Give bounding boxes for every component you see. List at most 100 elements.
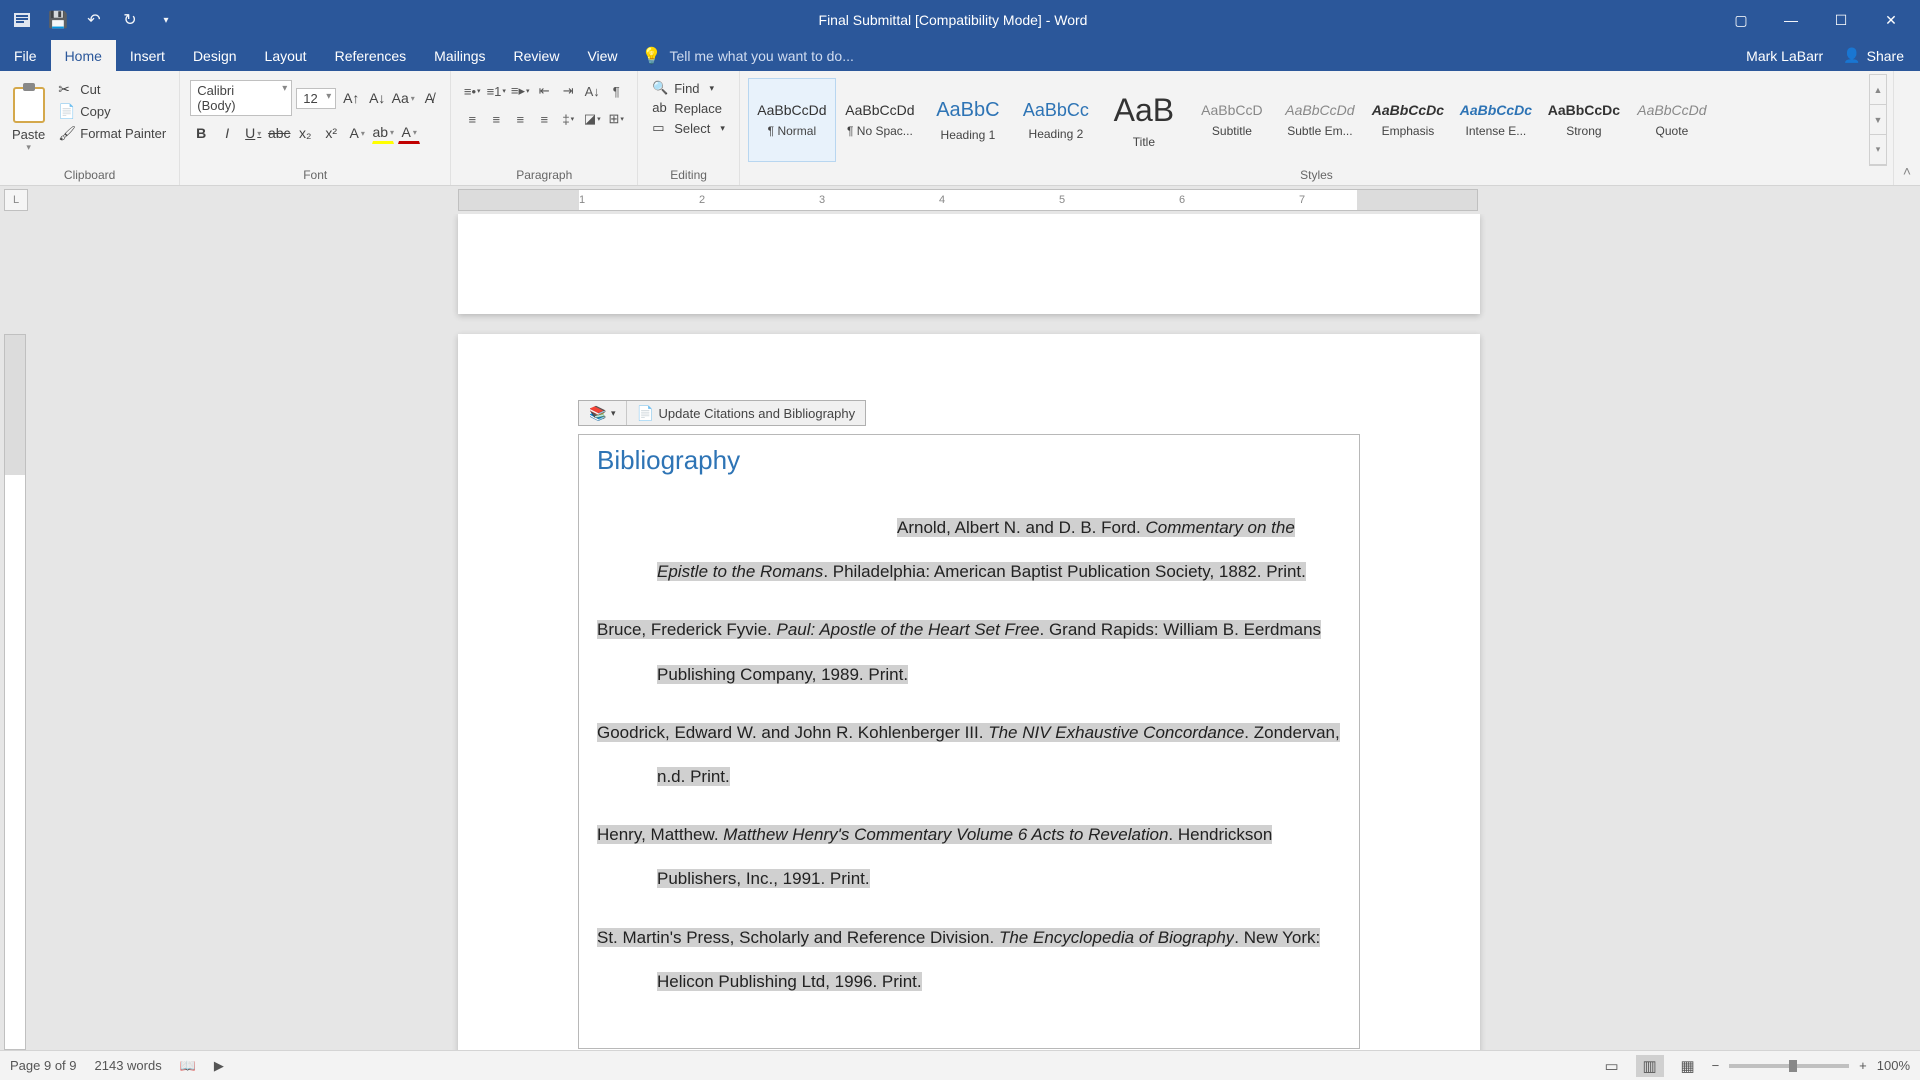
select-button[interactable]: ▭Select▾ [652, 120, 725, 136]
align-left-button[interactable]: ≡ [461, 108, 483, 130]
tab-selector[interactable]: L [4, 189, 28, 211]
font-size-combo[interactable]: 12 [296, 88, 336, 109]
format-painter-button[interactable]: 🖌Format Painter [55, 124, 169, 142]
page-indicator[interactable]: Page 9 of 9 [10, 1058, 77, 1073]
update-icon: 📄 [637, 405, 653, 421]
ribbon-display-icon[interactable]: ▢ [1718, 5, 1764, 35]
replace-button[interactable]: abReplace [652, 100, 725, 116]
word-count[interactable]: 2143 words [95, 1058, 162, 1073]
zoom-out-icon[interactable]: − [1712, 1058, 1720, 1073]
format-painter-icon: 🖌 [58, 125, 74, 141]
collapse-ribbon-icon[interactable]: ˄ [1894, 71, 1920, 185]
maximize-icon[interactable]: ☐ [1818, 5, 1864, 35]
tell-me-search[interactable]: 💡 Tell me what you want to do... [642, 40, 854, 71]
paste-dropdown-icon[interactable]: ▾ [26, 142, 31, 153]
entry-author: Bruce, Frederick Fyvie. [597, 620, 777, 639]
superscript-button[interactable]: x² [320, 122, 342, 144]
style-item-emphasis[interactable]: AaBbCcDcEmphasis [1364, 78, 1452, 162]
numbering-button[interactable]: ≡1 [485, 80, 507, 102]
read-mode-icon[interactable]: ▭ [1598, 1055, 1626, 1077]
shrink-font-button[interactable]: A↓ [366, 87, 388, 109]
borders-button[interactable]: ⊞ [605, 108, 627, 130]
spellcheck-icon[interactable]: 📖 [180, 1058, 196, 1074]
font-color-button[interactable]: A [398, 122, 420, 144]
tab-layout[interactable]: Layout [251, 40, 321, 71]
style-item-strong[interactable]: AaBbCcDcStrong [1540, 78, 1628, 162]
bold-button[interactable]: B [190, 122, 212, 144]
bullets-button[interactable]: ≡• [461, 80, 483, 102]
font-name-combo[interactable]: Calibri (Body) [190, 80, 292, 116]
horizontal-ruler[interactable]: 1234567 [458, 189, 1478, 211]
vertical-ruler[interactable] [4, 334, 26, 1050]
qa-customize-icon[interactable]: ▾ [154, 8, 178, 32]
tab-view[interactable]: View [573, 40, 631, 71]
show-hide-button[interactable]: ¶ [605, 80, 627, 102]
tab-insert[interactable]: Insert [116, 40, 179, 71]
change-case-button[interactable]: Aa [392, 87, 414, 109]
italic-button[interactable]: I [216, 122, 238, 144]
multilevel-list-button[interactable]: ≡▸ [509, 80, 531, 102]
print-layout-icon[interactable]: ▥ [1636, 1055, 1664, 1077]
copy-button[interactable]: 📄Copy [55, 102, 169, 120]
justify-button[interactable]: ≡ [533, 108, 555, 130]
shading-button[interactable]: ◪ [581, 108, 603, 130]
styles-scroll-down-icon[interactable]: ▼ [1870, 105, 1886, 135]
style-preview: AaBbCc [1023, 100, 1089, 121]
redo-icon[interactable]: ↻ [118, 8, 142, 32]
style-item--normal[interactable]: AaBbCcDd¶ Normal [748, 78, 836, 162]
close-icon[interactable]: ✕ [1868, 5, 1914, 35]
tab-mailings[interactable]: Mailings [420, 40, 499, 71]
zoom-in-icon[interactable]: + [1859, 1058, 1867, 1073]
style-item-quote[interactable]: AaBbCcDdQuote [1628, 78, 1716, 162]
entry-rest: . Philadelphia: American Baptist Publica… [823, 562, 1306, 581]
clear-formatting-button[interactable]: A̸ [418, 87, 440, 109]
bibliography-options-button[interactable]: 📚▾ [579, 401, 627, 425]
grow-font-button[interactable]: A↑ [340, 87, 362, 109]
save-icon[interactable]: 💾 [46, 8, 70, 32]
styles-scroll-up-icon[interactable]: ▲ [1870, 75, 1886, 105]
update-citations-button[interactable]: 📄Update Citations and Bibliography [627, 401, 866, 425]
tab-home[interactable]: Home [51, 40, 116, 71]
subscript-button[interactable]: x₂ [294, 122, 316, 144]
macro-icon[interactable]: ▶ [214, 1058, 224, 1074]
paste-icon [13, 87, 45, 123]
user-name[interactable]: Mark LaBarr [1746, 48, 1823, 64]
tab-review[interactable]: Review [500, 40, 574, 71]
web-layout-icon[interactable]: ▦ [1674, 1055, 1702, 1077]
style-item-title[interactable]: AaBTitle [1100, 78, 1188, 162]
ruler-tick: 1 [579, 194, 585, 206]
underline-button[interactable]: U [242, 122, 264, 144]
find-button[interactable]: 🔍Find▾ [652, 80, 725, 96]
style-item-heading-2[interactable]: AaBbCcHeading 2 [1012, 78, 1100, 162]
increase-indent-button[interactable]: ⇥ [557, 80, 579, 102]
tab-references[interactable]: References [321, 40, 421, 71]
cut-button[interactable]: ✂Cut [55, 80, 169, 98]
zoom-slider[interactable] [1729, 1064, 1849, 1068]
align-center-button[interactable]: ≡ [485, 108, 507, 130]
bibliography-field[interactable]: 📚▾ 📄Update Citations and Bibliography Bi… [578, 434, 1360, 1049]
line-spacing-button[interactable]: ‡ [557, 108, 579, 130]
style-item--no-spac-[interactable]: AaBbCcDd¶ No Spac... [836, 78, 924, 162]
decrease-indent-button[interactable]: ⇤ [533, 80, 555, 102]
undo-icon[interactable]: ↶ [82, 8, 106, 32]
share-button[interactable]: 👤 Share [1843, 47, 1904, 64]
document-page[interactable]: 📚▾ 📄Update Citations and Bibliography Bi… [458, 334, 1480, 1050]
style-item-heading-1[interactable]: AaBbCHeading 1 [924, 78, 1012, 162]
style-item-intense-e-[interactable]: AaBbCcDcIntense E... [1452, 78, 1540, 162]
sort-button[interactable]: A↓ [581, 80, 603, 102]
tab-file[interactable]: File [0, 40, 51, 71]
strikethrough-button[interactable]: abc [268, 122, 290, 144]
styles-more-icon[interactable]: ▾ [1870, 135, 1886, 165]
text-effects-button[interactable]: A [346, 122, 368, 144]
style-item-subtle-em-[interactable]: AaBbCcDdSubtle Em... [1276, 78, 1364, 162]
align-right-button[interactable]: ≡ [509, 108, 531, 130]
highlight-color-button[interactable]: ab [372, 122, 394, 144]
minimize-icon[interactable]: — [1768, 5, 1814, 35]
word-icon [10, 8, 34, 32]
paste-button[interactable]: Paste ▾ [6, 74, 51, 166]
style-item-subtitle[interactable]: AaBbCcDSubtitle [1188, 78, 1276, 162]
tab-design[interactable]: Design [179, 40, 251, 71]
bibliography-toolbar: 📚▾ 📄Update Citations and Bibliography [578, 400, 866, 426]
cut-label: Cut [80, 82, 100, 97]
zoom-level[interactable]: 100% [1877, 1058, 1910, 1073]
